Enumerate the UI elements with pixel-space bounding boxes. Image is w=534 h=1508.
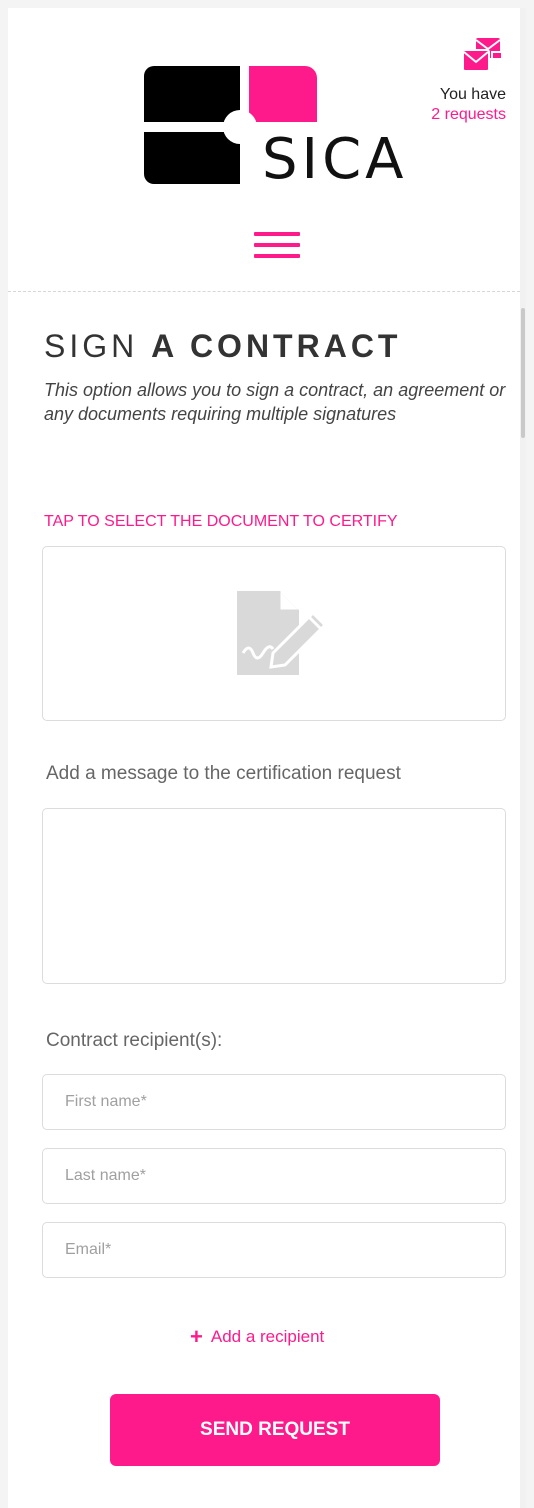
page-title: SIGN A CONTRACT bbox=[44, 330, 401, 362]
hamburger-bar bbox=[254, 232, 300, 236]
page-description: This option allows you to sign a contrac… bbox=[44, 380, 506, 425]
plus-icon: + bbox=[190, 1324, 203, 1349]
logo-pink-block bbox=[249, 66, 317, 122]
logo-circle-cutout bbox=[223, 110, 257, 144]
header: SICA You have 2 requests bbox=[8, 8, 520, 291]
hamburger-menu-icon[interactable] bbox=[254, 232, 300, 260]
logo-text: SICA bbox=[262, 127, 408, 192]
scrollbar[interactable] bbox=[520, 8, 526, 1508]
add-recipient-label: Add a recipient bbox=[210, 1327, 325, 1346]
hamburger-bar bbox=[254, 243, 300, 247]
recipients-label: Contract recipient(s): bbox=[46, 1030, 223, 1051]
add-recipient-link[interactable]: + Add a recipient bbox=[190, 1324, 324, 1350]
page: SICA You have 2 requests SIGN A CONTRACT… bbox=[8, 8, 526, 1508]
header-divider bbox=[8, 291, 520, 292]
document-signature-icon bbox=[237, 591, 328, 675]
hamburger-bar bbox=[254, 254, 300, 258]
title-bold: A CONTRACT bbox=[151, 328, 402, 364]
scrollbar-thumb[interactable] bbox=[521, 308, 525, 438]
email-field[interactable] bbox=[42, 1222, 506, 1278]
logo-black-block-bottom bbox=[144, 132, 240, 184]
sica-logo[interactable]: SICA bbox=[144, 66, 414, 192]
logo-black-block-top bbox=[144, 66, 240, 122]
send-request-button[interactable]: SEND REQUEST bbox=[110, 1394, 440, 1466]
first-name-field[interactable] bbox=[42, 1074, 506, 1130]
message-label: Add a message to the certification reque… bbox=[46, 763, 401, 784]
title-light: SIGN bbox=[44, 328, 139, 364]
select-document-label[interactable]: TAP TO SELECT THE DOCUMENT TO CERTIFY bbox=[44, 513, 398, 531]
message-textarea[interactable] bbox=[42, 808, 506, 984]
last-name-field[interactable] bbox=[42, 1148, 506, 1204]
requests-count-link[interactable]: 2 requests bbox=[431, 106, 506, 124]
envelope-stack-icon[interactable] bbox=[460, 36, 506, 74]
requests-count-line1: You have bbox=[439, 86, 506, 103]
document-upload-area[interactable] bbox=[42, 546, 506, 721]
